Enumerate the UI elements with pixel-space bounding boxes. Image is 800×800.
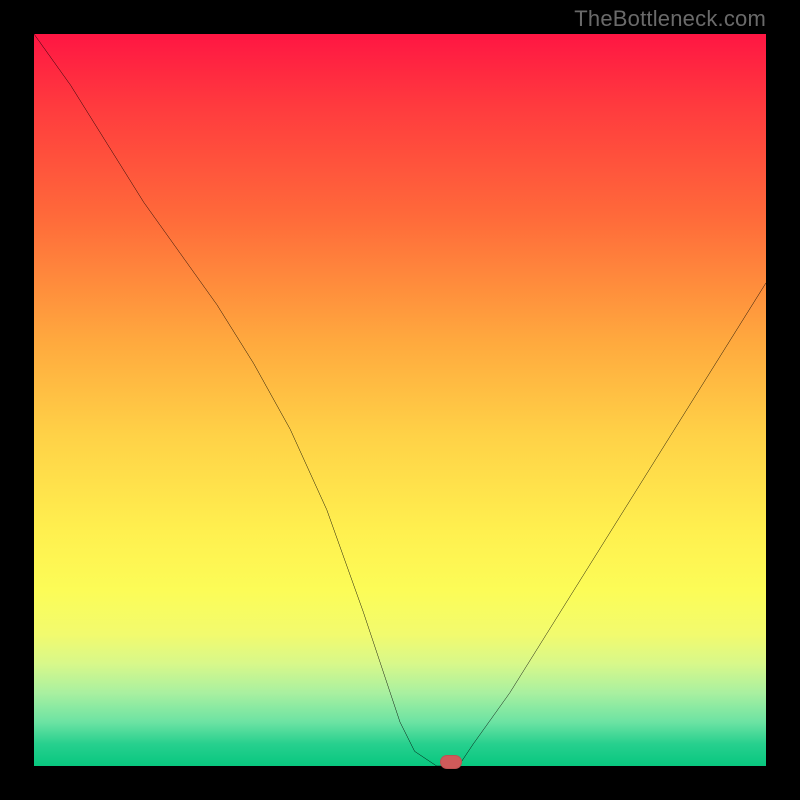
chart-plot-area [34, 34, 766, 766]
chart-frame: TheBottleneck.com [0, 0, 800, 800]
watermark-label: TheBottleneck.com [574, 6, 766, 32]
bottleneck-indicator-icon [440, 755, 462, 769]
